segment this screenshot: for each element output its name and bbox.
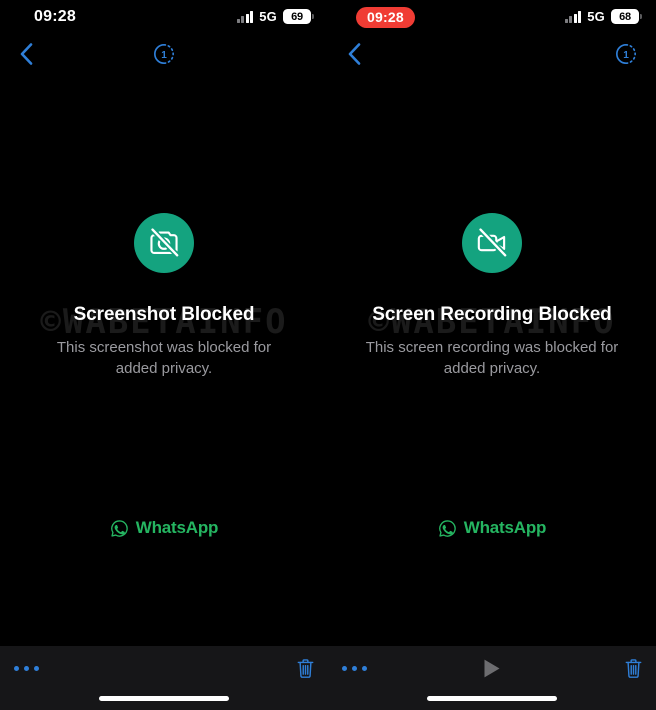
whatsapp-branding: WhatsApp [0,518,328,538]
back-button[interactable] [8,34,44,74]
status-clock: 09:28 [34,8,76,25]
play-icon [483,658,502,679]
status-bar: 09:28 5G 69 [0,0,328,34]
whatsapp-label: WhatsApp [135,518,219,537]
battery-icon: 68 [611,9,642,24]
whatsapp-branding: WhatsApp [328,518,656,538]
svg-text:1: 1 [161,50,167,61]
content-area: ©WABETAINFO Screenshot Blocked This scre… [0,74,328,646]
page-title: Screen Recording Blocked [372,304,612,325]
play-button[interactable] [483,646,502,690]
nav-bar: 1 [0,34,328,74]
camera-slash-icon [147,226,181,260]
chevron-left-icon [348,43,361,65]
cellular-signal-icon [236,10,254,23]
status-indicators: 5G 68 [564,9,642,24]
home-indicator [99,696,229,701]
bottom-toolbar [328,646,656,710]
whatsapp-icon [438,519,457,538]
battery-level-label: 68 [619,10,631,23]
bottom-toolbar [0,646,328,710]
nav-bar: 1 [328,34,656,74]
delete-button[interactable] [625,646,642,690]
cellular-signal-icon [564,10,582,23]
more-dots-icon [342,665,367,671]
view-once-icon: 1 [153,43,175,65]
whatsapp-label: WhatsApp [463,518,547,537]
back-button[interactable] [336,34,372,74]
page-subtitle: This screenshot was blocked for added pr… [56,339,272,377]
delete-button[interactable] [297,646,314,690]
view-once-button[interactable]: 1 [608,34,644,74]
video-slash-icon [475,226,509,260]
battery-level-label: 69 [291,10,303,23]
page-subtitle: This screen recording was blocked for ad… [365,339,619,377]
svg-text:1: 1 [623,50,629,61]
status-bar: 09:28 5G 68 [328,0,656,34]
more-dots-icon [14,665,39,671]
dual-phone-screenshot: 09:28 5G 69 1 ©WABETAINFO Screenshot Blo… [0,0,656,710]
page-title: Screenshot Blocked [73,304,255,325]
view-once-button[interactable]: 1 [146,34,182,74]
panel-screen-recording-blocked: 09:28 5G 68 1 ©WABETAINFO Screen Recordi… [328,0,656,710]
home-indicator [427,696,557,701]
status-indicators: 5G 69 [236,9,314,24]
blocked-badge [462,213,522,273]
panel-screenshot-blocked: 09:28 5G 69 1 ©WABETAINFO Screenshot Blo… [0,0,328,710]
blocked-badge [134,213,194,273]
content-area: ©WABETAINFO Screen Recording Blocked Thi… [328,74,656,646]
more-options-button[interactable] [14,646,39,690]
more-options-button[interactable] [342,646,367,690]
view-once-icon: 1 [615,43,637,65]
battery-icon: 69 [283,9,314,24]
chevron-left-icon [20,43,33,65]
whatsapp-icon [110,519,129,538]
network-type-label: 5G [587,9,605,24]
trash-icon [297,658,314,679]
trash-icon [625,658,642,679]
recording-time-pill: 09:28 [356,7,415,28]
network-type-label: 5G [259,9,277,24]
